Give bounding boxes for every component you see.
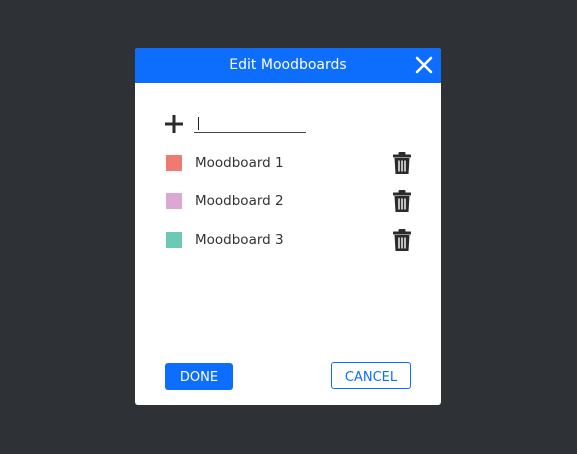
trash-icon[interactable]	[392, 189, 412, 213]
color-swatch	[166, 232, 182, 248]
list-item: Moodboard 2	[166, 189, 416, 213]
edit-moodboards-dialog: Edit Moodboards Moodboard 1 Moodboard 2	[135, 48, 441, 405]
trash-icon[interactable]	[392, 228, 412, 252]
done-button[interactable]: DONE	[165, 363, 233, 390]
text-caret	[198, 117, 199, 130]
moodboard-label: Moodboard 2	[195, 193, 284, 209]
moodboard-label: Moodboard 1	[195, 155, 284, 171]
color-swatch	[166, 193, 182, 209]
close-icon[interactable]	[413, 54, 435, 76]
plus-icon[interactable]	[164, 114, 184, 134]
dialog-titlebar: Edit Moodboards	[135, 48, 441, 83]
cancel-button[interactable]: CANCEL	[331, 362, 411, 389]
add-moodboard-row	[164, 112, 414, 136]
color-swatch	[166, 155, 182, 171]
trash-icon[interactable]	[392, 151, 412, 175]
moodboard-label: Moodboard 3	[195, 232, 284, 248]
list-item: Moodboard 3	[166, 228, 416, 252]
new-moodboard-input[interactable]	[194, 112, 306, 133]
list-item: Moodboard 1	[166, 151, 416, 175]
dialog-title: Edit Moodboards	[229, 57, 347, 73]
